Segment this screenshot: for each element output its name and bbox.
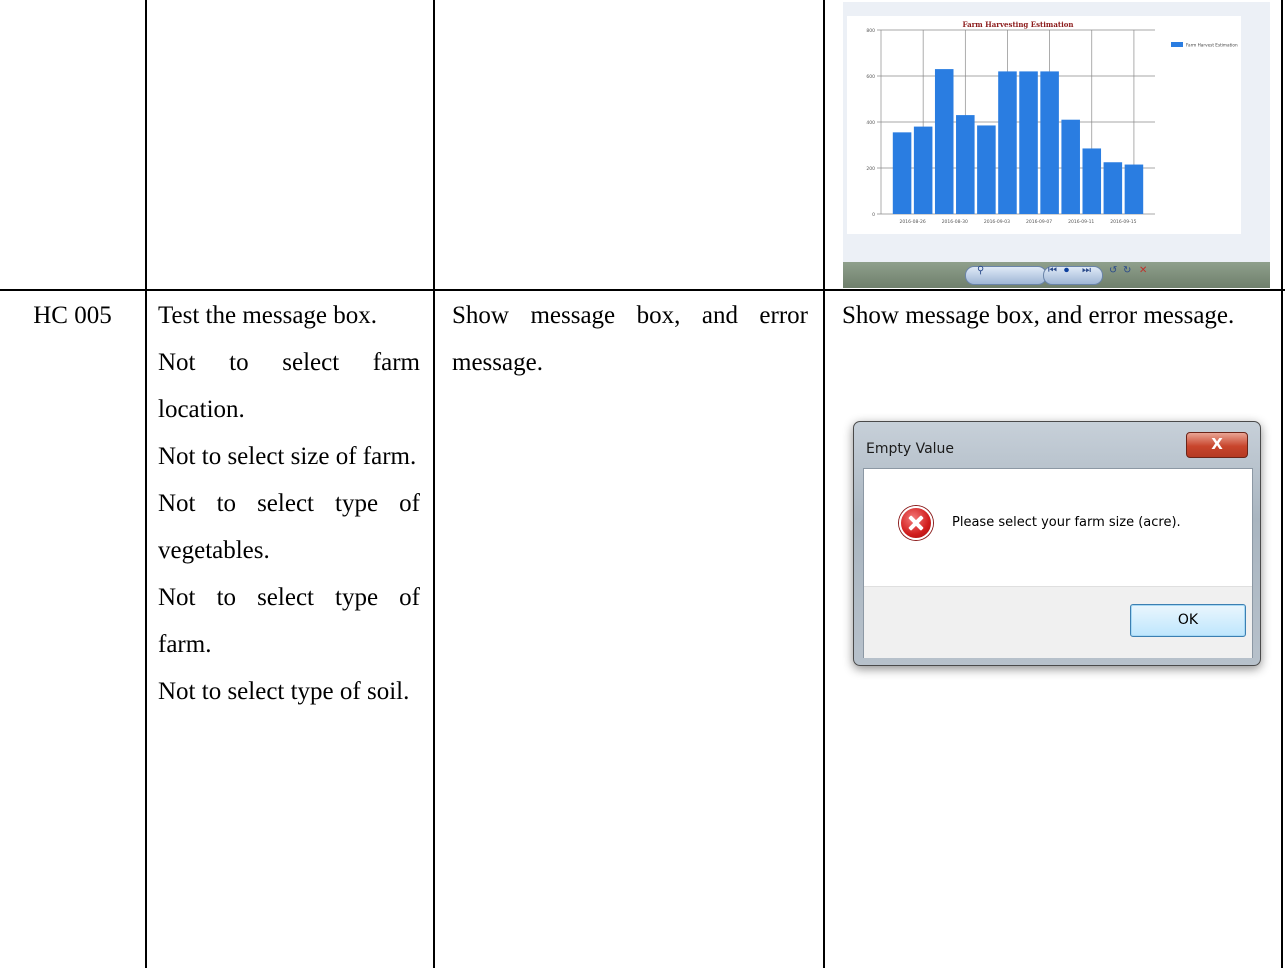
error-icon [899,506,933,540]
x-tick-label: 2016-09-11 [1068,219,1094,225]
ok-button[interactable]: OK [1130,604,1246,637]
actual-result: Show message box, and error message. [842,302,1235,329]
dialog-title: Empty Value [866,441,955,457]
description-line: Not to select type of soil. [158,678,410,705]
y-tick-label: 0 [872,212,875,218]
chart-bar [1124,164,1144,214]
slideshow-icon[interactable]: ⏺ [1064,265,1069,276]
expected-result: Show message box, and error message. [452,302,808,376]
chart-bar [1082,148,1102,214]
x-tick-label: 2016-09-03 [984,219,1010,225]
y-tick-label: 600 [866,74,875,80]
chart-bar [977,125,996,214]
search-icon[interactable]: ⚲ [977,265,984,276]
dialog-body: Please select your farm size (acre). OK [863,468,1253,658]
dialog-message: Please select your farm size (acre). [952,515,1181,530]
test-case-id: HC 005 [33,302,112,329]
chart-bar [892,132,912,214]
error-dialog: Empty Value X Please select your farm si… [853,421,1261,666]
close-button[interactable]: X [1186,432,1248,458]
chart-bar [956,115,975,214]
chart-title: Farm Harvesting Estimation [962,20,1073,29]
rotate-left-icon[interactable]: ↺ [1109,265,1117,276]
viewer-toolbar: ⚲ ⏮ ⏺ ⏭ ↺ ↻ ✕ [843,262,1270,288]
chart-screenshot: 0 200 400 600 800 2016-08-26 2016-08-30 2016-09… [843,2,1270,288]
chart-bar [998,71,1017,215]
y-tick-label: 200 [866,166,875,172]
chart-bar [1103,162,1123,214]
description-line: Not to select type of farm. [158,584,420,658]
y-tick-label: 800 [866,28,875,34]
legend-swatch [1171,42,1183,47]
bar-chart: 0 200 400 600 800 2016-08-26 2016-08-30 2016-09… [847,16,1241,234]
y-tick-label: 400 [866,120,875,126]
description-line: Not to select farm location. [158,349,420,423]
chart-bar [934,69,954,214]
chart-bar [913,126,933,214]
description-line: Not to select size of farm. [158,443,417,470]
rotate-right-icon[interactable]: ↻ [1123,265,1131,276]
chart-bar [1040,71,1059,215]
description-line: Not to select type of vegetables. [158,490,420,564]
table-border-col2 [433,0,435,968]
table-row-divider [0,289,1285,291]
next-icon[interactable]: ⏭ [1082,265,1091,276]
table-border-col3 [823,0,825,968]
table-border-left [145,0,147,968]
x-tick-label: 2016-08-30 [942,219,968,225]
previous-icon[interactable]: ⏮ [1048,265,1057,276]
chart-bar [1019,71,1038,215]
x-tick-label: 2016-09-15 [1110,219,1136,225]
x-tick-label: 2016-09-07 [1026,219,1052,225]
test-description: Test the message box. Not to select farm… [158,292,420,715]
x-tick-label: 2016-08-26 [900,219,926,225]
legend-label: Farm Harvest Estimation [1186,43,1238,48]
chart-bar [1061,119,1080,214]
delete-icon[interactable]: ✕ [1139,265,1147,276]
table-border-right [1281,0,1283,968]
description-line: Test the message box. [158,302,378,329]
